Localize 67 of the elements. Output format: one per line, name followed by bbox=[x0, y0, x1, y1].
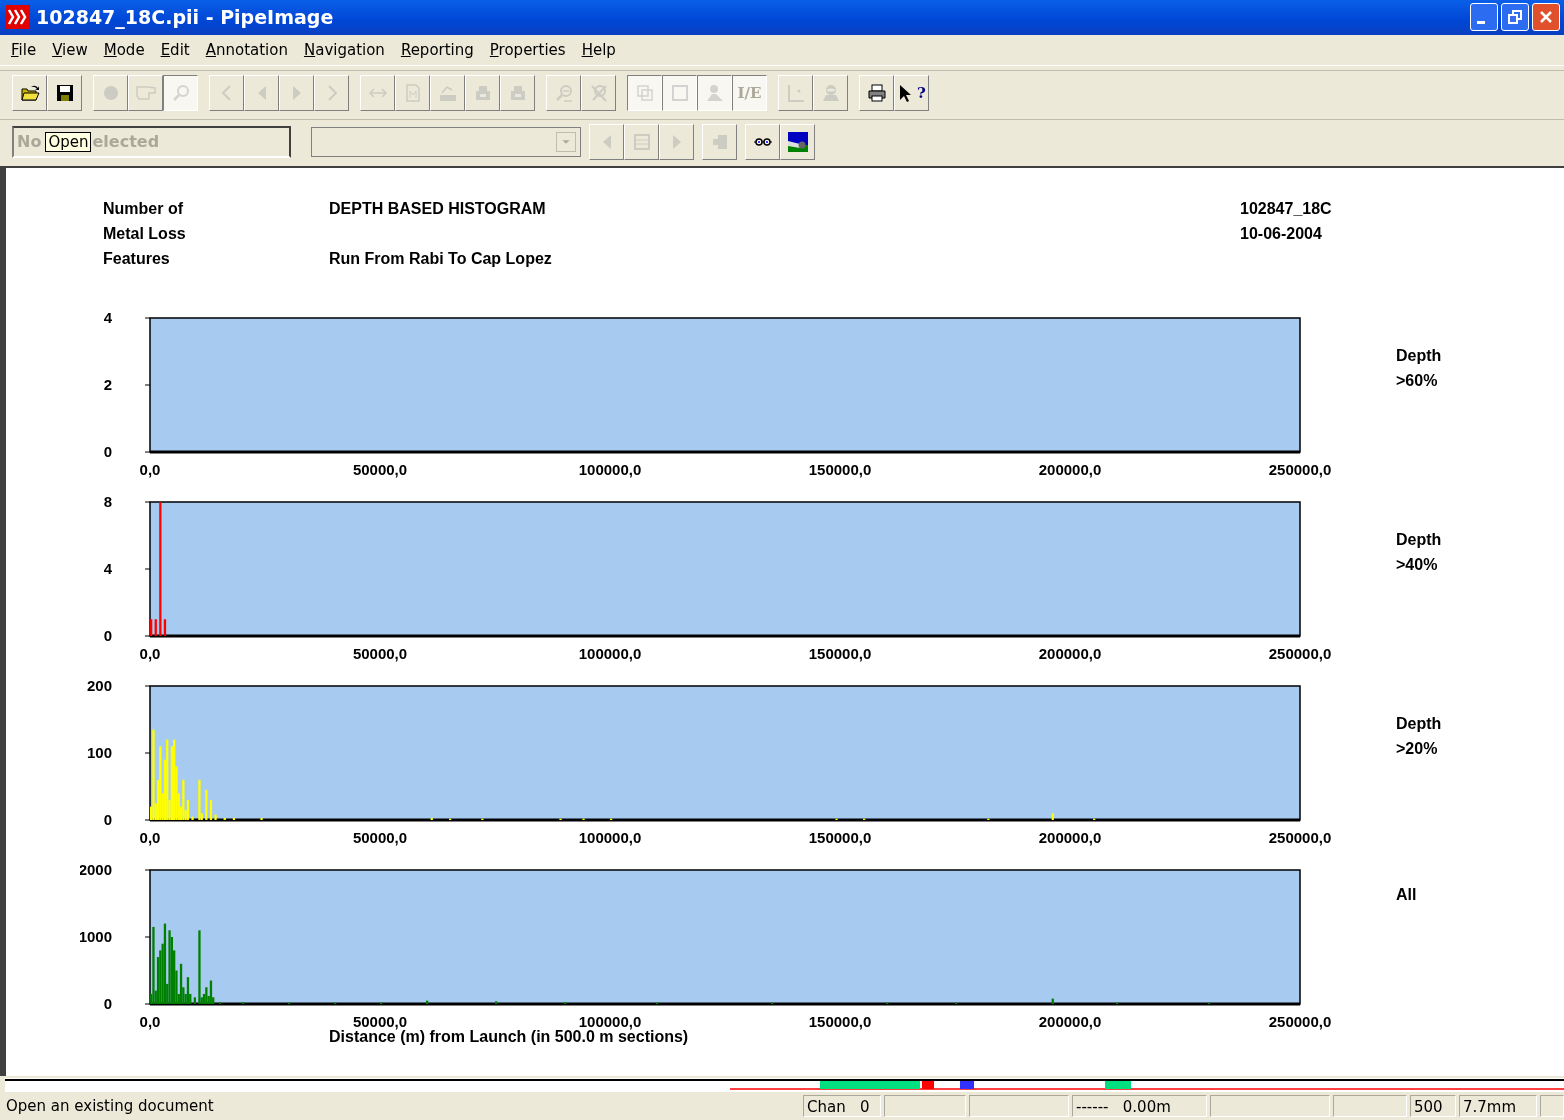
y-tick-label: 0 bbox=[103, 994, 112, 1012]
x-tick-label: 50000,0 bbox=[352, 644, 408, 662]
heading-text: Number of bbox=[103, 198, 184, 219]
menu-item[interactable]: Help bbox=[574, 40, 625, 59]
series-label: Depth >40% bbox=[1396, 529, 1443, 575]
x-tick-label: 0,0 bbox=[139, 460, 161, 478]
run-id: 102847_18C bbox=[1240, 198, 1332, 219]
x-tick-label: 200000,0 bbox=[1038, 1012, 1102, 1030]
x-tick-label: 50000,0 bbox=[352, 1012, 408, 1030]
tooltip: Open bbox=[45, 131, 92, 152]
status-pane: Chan 0 bbox=[803, 1095, 881, 1118]
status-pane: 500 bbox=[1410, 1095, 1456, 1118]
y-tick-label: 4 bbox=[103, 559, 112, 577]
y-tick-label: 200 bbox=[86, 677, 112, 694]
y-tick-label: 0 bbox=[103, 442, 112, 460]
x-tick-label: 150000,0 bbox=[808, 644, 872, 662]
x-tick-label: 250000,0 bbox=[1268, 828, 1332, 846]
field-text: elected bbox=[92, 132, 160, 152]
x-tick-label: 150000,0 bbox=[808, 460, 872, 478]
menu-item[interactable]: Mode bbox=[96, 40, 154, 59]
y-tick-label: 8 bbox=[103, 493, 112, 510]
x-tick-label: 50000,0 bbox=[352, 828, 408, 846]
menu-item[interactable]: Properties bbox=[482, 40, 575, 59]
x-tick-label: 100000,0 bbox=[578, 1012, 642, 1030]
y-tick-label: 2000 bbox=[80, 861, 112, 878]
menu-item[interactable]: Annotation bbox=[198, 40, 297, 59]
x-tick-label: 0,0 bbox=[139, 644, 161, 662]
series-label: Depth >60% bbox=[1396, 345, 1443, 391]
menu-item[interactable]: View bbox=[45, 40, 97, 59]
menu-item[interactable]: File bbox=[4, 40, 46, 59]
x-tick-label: 250000,0 bbox=[1268, 1012, 1332, 1030]
x-tick-label: 150000,0 bbox=[808, 828, 872, 846]
status-pane: 7.7mm bbox=[1459, 1095, 1537, 1118]
heading-text: Metal Loss bbox=[103, 223, 187, 244]
x-tick-label: 100000,0 bbox=[578, 828, 642, 846]
x-tick-label: 0,0 bbox=[139, 1012, 161, 1030]
x-tick-label: 200000,0 bbox=[1038, 460, 1102, 478]
window-title: 102847_18C.pii - PipeImage bbox=[36, 6, 335, 29]
series-label: All bbox=[1396, 885, 1418, 906]
toolbar-button[interactable]: ? bbox=[894, 74, 929, 111]
series-label: Depth >20% bbox=[1396, 713, 1443, 759]
x-tick-label: 100000,0 bbox=[578, 460, 642, 478]
field-text: No bbox=[17, 132, 42, 152]
selection-field[interactable]: No Open elected bbox=[12, 125, 291, 158]
y-tick-label: 4 bbox=[103, 309, 112, 326]
x-tick-label: 50000,0 bbox=[352, 460, 408, 478]
y-tick-label: 100 bbox=[86, 743, 112, 761]
y-tick-label: 0 bbox=[103, 810, 112, 828]
x-tick-label: 100000,0 bbox=[578, 644, 642, 662]
x-tick-label: 0,0 bbox=[139, 828, 161, 846]
x-tick-label: 200000,0 bbox=[1038, 644, 1102, 662]
y-tick-label: 0 bbox=[103, 626, 112, 644]
menu-item[interactable]: Edit bbox=[153, 40, 199, 59]
status-pane: ------ 0.00m bbox=[1072, 1095, 1207, 1118]
report-subtitle: Run From Rabi To Cap Lopez bbox=[329, 248, 553, 269]
x-tick-label: 250000,0 bbox=[1268, 644, 1332, 662]
menu-item[interactable]: Navigation bbox=[296, 40, 394, 59]
status-message: Open an existing document bbox=[6, 1097, 215, 1116]
y-tick-label: 1000 bbox=[80, 927, 112, 945]
report-title: DEPTH BASED HISTOGRAM bbox=[329, 198, 547, 219]
report-date: 10-06-2004 bbox=[1240, 223, 1323, 244]
heading-text: Features bbox=[103, 248, 171, 269]
menu-item[interactable]: Reporting bbox=[393, 40, 483, 59]
y-tick-label: 2 bbox=[103, 375, 112, 393]
x-tick-label: 200000,0 bbox=[1038, 828, 1102, 846]
x-tick-label: 150000,0 bbox=[808, 1012, 872, 1030]
x-tick-label: 250000,0 bbox=[1268, 460, 1332, 478]
